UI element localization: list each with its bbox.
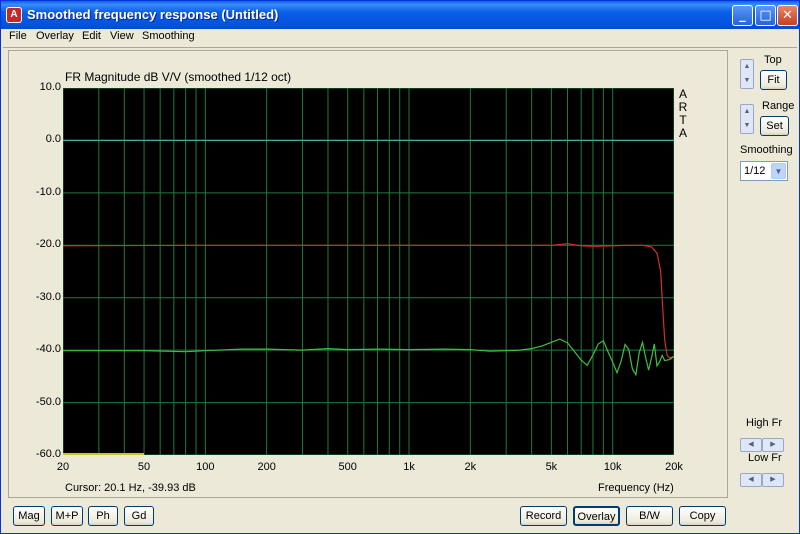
app-window: A Smoothed frequency response (Untitled)…	[0, 0, 800, 534]
smoothing-label: Smoothing	[740, 144, 793, 156]
y-tick-label: -10.0	[35, 185, 61, 198]
phase-button[interactable]: Ph	[88, 506, 118, 526]
mag-button[interactable]: Mag	[13, 506, 45, 526]
close-button[interactable]: ✕	[777, 5, 798, 26]
arrow-right-icon[interactable]: ▶	[762, 438, 784, 452]
low-fr-label: Low Fr	[748, 452, 782, 464]
chevron-down-icon[interactable]: ▼	[771, 163, 786, 179]
y-tick-label: 0.0	[45, 133, 61, 146]
series-line-2	[63, 338, 675, 377]
x-tick-label: 2k	[464, 461, 477, 473]
minimize-button[interactable]: _	[732, 5, 753, 26]
x-tick-label: 20k	[665, 461, 683, 473]
set-button[interactable]: Set	[760, 116, 789, 136]
spin-up-icon[interactable]: ▲	[741, 105, 753, 119]
menu-separator	[3, 47, 797, 48]
frequency-response-chart[interactable]	[62, 87, 675, 456]
menu-bar: File Overlay Edit View Smoothing	[1, 29, 799, 47]
x-tick-label: 5k	[545, 461, 558, 473]
spin-down-icon[interactable]: ▼	[741, 119, 753, 133]
chart-svg[interactable]	[62, 87, 675, 456]
x-tick-label: 20	[56, 461, 70, 473]
arta-letter-a2: A	[678, 126, 687, 140]
maximize-button[interactable]: □	[755, 5, 776, 26]
window-title: Smoothed frequency response (Untitled)	[27, 7, 279, 22]
overlay-button[interactable]: Overlay	[573, 506, 620, 526]
top-spinner[interactable]: ▲ ▼	[740, 59, 754, 89]
x-tick-label: 500	[338, 461, 357, 473]
menu-smoothing[interactable]: Smoothing	[142, 30, 195, 42]
app-icon[interactable]: A	[6, 7, 22, 23]
record-button[interactable]: Record	[520, 506, 567, 526]
arta-letter-a: A	[678, 87, 687, 101]
mag-phase-button[interactable]: M+P	[51, 506, 83, 526]
series-line-1	[62, 243, 675, 359]
smoothing-value: 1/12	[744, 165, 766, 177]
bw-button[interactable]: B/W	[626, 506, 673, 526]
y-tick-label: -40.0	[35, 343, 61, 356]
arrow-right-icon[interactable]: ▶	[762, 473, 784, 487]
x-tick-label: 100	[196, 461, 215, 473]
title-bar[interactable]: A Smoothed frequency response (Untitled)…	[1, 1, 799, 29]
low-fr-spinner[interactable]: ◀ ▶	[740, 468, 788, 487]
x-tick-label: 10k	[603, 461, 622, 473]
x-tick-label: 200	[257, 461, 276, 473]
smoothing-select[interactable]: 1/12 ▼	[740, 161, 788, 181]
menu-edit[interactable]: Edit	[82, 30, 101, 42]
arrow-left-icon[interactable]: ◀	[740, 438, 762, 452]
fit-button[interactable]: Fit	[760, 70, 787, 90]
y-tick-label: -30.0	[35, 290, 61, 303]
top-label: Top	[764, 54, 782, 66]
y-tick-label: -20.0	[35, 238, 61, 251]
x-tick-label: 50	[137, 461, 151, 473]
spin-up-icon[interactable]: ▲	[741, 60, 753, 74]
arta-letter-t: T	[679, 113, 687, 127]
copy-button[interactable]: Copy	[679, 506, 726, 526]
range-label: Range	[762, 100, 795, 112]
arta-letter-r: R	[678, 100, 688, 114]
y-tick-label: 10.0	[39, 81, 61, 93]
range-spinner[interactable]: ▲ ▼	[740, 104, 754, 134]
y-tick-label: -60.0	[35, 448, 61, 460]
menu-overlay[interactable]: Overlay	[36, 30, 74, 42]
cursor-readout: Cursor: 20.1 Hz, -39.93 dB	[65, 482, 196, 494]
spin-down-icon[interactable]: ▼	[741, 74, 753, 88]
group-delay-button[interactable]: Gd	[124, 506, 154, 526]
arrow-left-icon[interactable]: ◀	[740, 473, 762, 487]
menu-view[interactable]: View	[110, 30, 134, 42]
menu-file[interactable]: File	[9, 30, 27, 42]
plot-title: FR Magnitude dB V/V (smoothed 1/12 oct)	[65, 70, 292, 84]
x-tick-label: 1k	[403, 461, 415, 473]
y-tick-label: -50.0	[35, 395, 61, 408]
x-axis-label: Frequency (Hz)	[598, 482, 674, 494]
high-fr-spinner[interactable]: ◀ ▶	[740, 433, 788, 452]
high-fr-label: High Fr	[746, 417, 783, 429]
